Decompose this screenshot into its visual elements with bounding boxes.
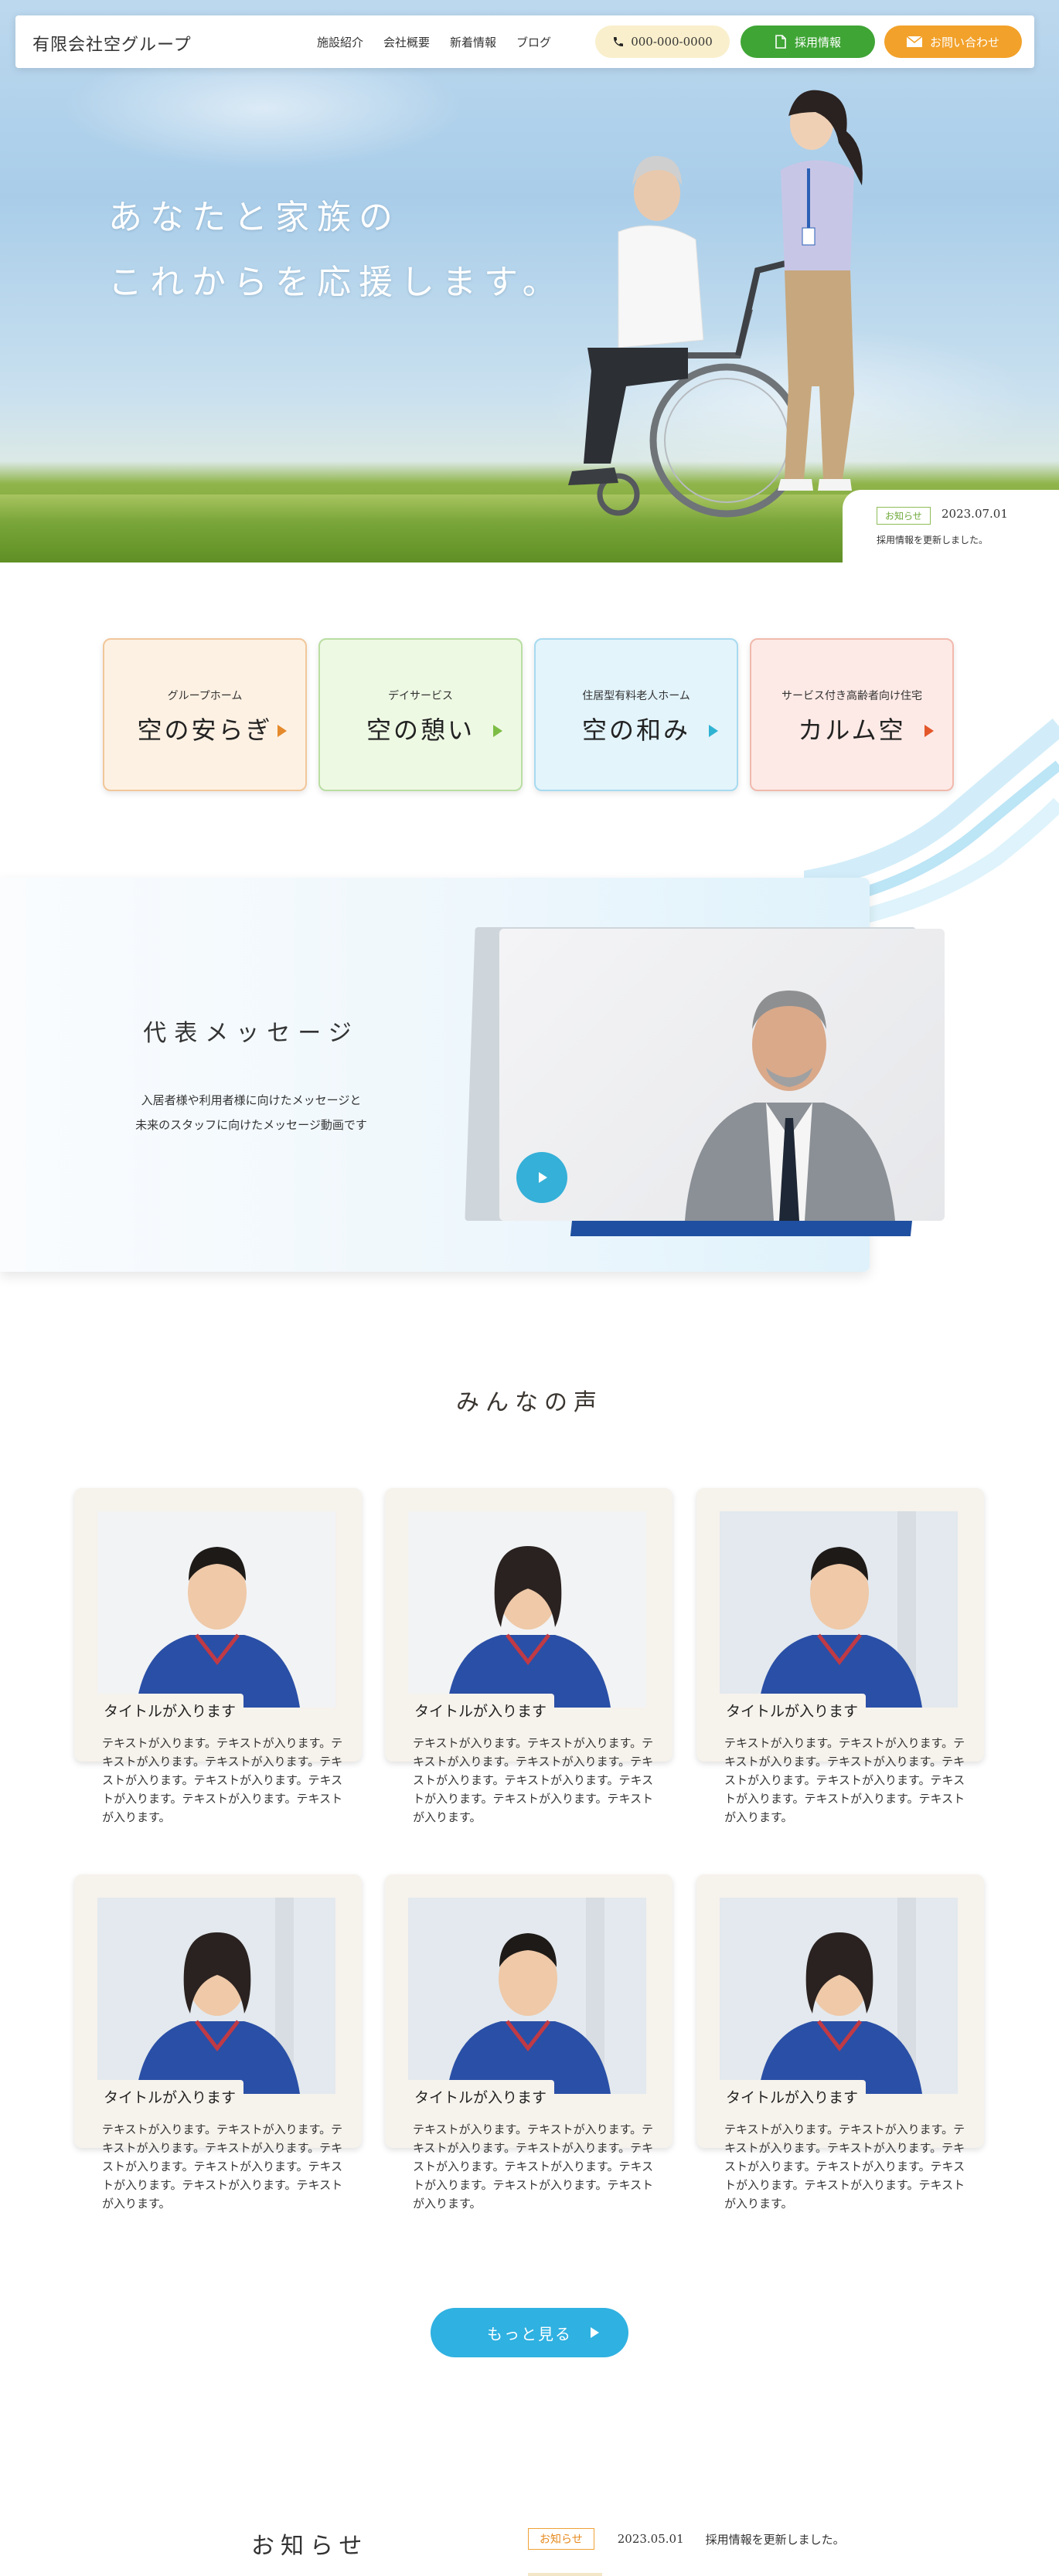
voice-card-text: テキストが入ります。テキストが入ります。テキストが入ります。テキストが入ります。… <box>724 1736 965 1824</box>
nav-item-news[interactable]: 新着情報 <box>450 34 496 50</box>
hero-catchcopy: あなたと家族の これからを応援します。 <box>108 185 564 315</box>
contact-button[interactable]: お問い合わせ <box>884 25 1022 58</box>
hero-copy-line2: これからを応援します。 <box>108 263 564 302</box>
voice-card-title: タイトルが入ります <box>97 2080 244 2110</box>
arrow-right-icon <box>709 725 718 737</box>
contact-label: お問い合わせ <box>929 35 999 49</box>
facility-name: 空の憩い <box>366 715 475 745</box>
staff-photo <box>408 1511 646 1708</box>
staff-photo <box>97 1898 335 2094</box>
voice-card-text: テキストが入ります。テキストが入ります。テキストが入ります。テキストが入ります。… <box>413 2122 654 2211</box>
message-text: 入居者様や利用者様に向けたメッセージと 未来のスタッフに向けたメッセージ動画です <box>0 1088 502 1137</box>
message-title: 代表メッセージ <box>143 1020 359 1047</box>
voice-card-title: タイトルが入ります <box>97 1694 244 1724</box>
global-nav: 施設紹介 会社概要 新着情報 ブログ <box>317 34 551 50</box>
voice-card[interactable]: タイトルが入りますテキストが入ります。テキストが入ります。テキストが入ります。テ… <box>74 1874 362 2211</box>
news-tag: お知らせ <box>877 507 931 525</box>
arrow-right-icon <box>591 2327 599 2338</box>
news-item[interactable]: お知らせ 2023.05.01 採用情報を更新しました。 <box>528 2528 845 2550</box>
recruit-button[interactable]: 採用情報 <box>741 25 875 58</box>
mail-icon <box>906 36 922 47</box>
voice-card[interactable]: タイトルが入りますテキストが入ります。テキストが入ります。テキストが入ります。テ… <box>696 1488 984 1824</box>
voice-card-text: テキストが入ります。テキストが入ります。テキストが入ります。テキストが入ります。… <box>102 2122 343 2211</box>
voice-card-text: テキストが入ります。テキストが入ります。テキストが入ります。テキストが入ります。… <box>413 1736 654 1824</box>
more-label: もっと見る <box>487 2324 572 2343</box>
tel-button[interactable]: 000-000-0000 <box>595 25 730 58</box>
voice-card[interactable]: タイトルが入りますテキストが入ります。テキストが入ります。テキストが入ります。テ… <box>385 1874 673 2211</box>
voice-card[interactable]: タイトルが入りますテキストが入ります。テキストが入ります。テキストが入ります。テ… <box>74 1488 362 1824</box>
facility-card-1[interactable]: グループホーム 空の安らぎ <box>103 638 307 791</box>
facility-card-3[interactable]: 住居型有料老人ホーム 空の和み <box>534 638 738 791</box>
nav-item-company[interactable]: 会社概要 <box>383 34 430 50</box>
site-logo[interactable]: 有限会社空グループ <box>32 31 192 56</box>
voice-card-text: テキストが入ります。テキストが入ります。テキストが入ります。テキストが入ります。… <box>724 2122 965 2211</box>
staff-photo <box>97 1511 335 1708</box>
tel-number: 000-000-0000 <box>631 35 713 49</box>
voice-card-title: タイトルが入ります <box>408 2080 555 2110</box>
recruit-label: 採用情報 <box>794 35 841 49</box>
news-section-title: お知らせ <box>251 2533 369 2560</box>
hero-news-box[interactable]: お知らせ 2023.07.01 採用情報を更新しました。 <box>843 490 1059 562</box>
nav-item-facilities[interactable]: 施設紹介 <box>317 34 363 50</box>
play-icon <box>539 1172 547 1183</box>
voice-card-title: タイトルが入ります <box>720 1694 867 1724</box>
staff-photo <box>408 1898 646 2094</box>
more-button[interactable]: もっと見る <box>431 2308 628 2357</box>
staff-photo <box>720 1511 958 1708</box>
facility-name: 空の安らぎ <box>137 715 273 745</box>
news-tag: お知らせ <box>528 2528 594 2550</box>
news-divider <box>528 2573 602 2576</box>
news-date: 2023.05.01 <box>617 2532 684 2546</box>
voice-card-title: タイトルが入ります <box>720 2080 867 2110</box>
message-line2: 未来のスタッフに向けたメッセージ動画です <box>135 1118 367 1132</box>
voices-title: みんなの声 <box>456 1389 603 1416</box>
arrow-right-icon <box>278 725 287 737</box>
voice-card-title: タイトルが入ります <box>408 1694 555 1724</box>
news-text[interactable]: 採用情報を更新しました。 <box>877 533 988 546</box>
document-icon <box>775 35 786 49</box>
play-button[interactable] <box>516 1152 567 1203</box>
phone-icon <box>614 37 624 46</box>
nav-item-blog[interactable]: ブログ <box>516 34 551 50</box>
staff-photo <box>720 1898 958 2094</box>
voice-card[interactable]: タイトルが入りますテキストが入ります。テキストが入ります。テキストが入ります。テ… <box>385 1488 673 1824</box>
voice-card-text: テキストが入ります。テキストが入ります。テキストが入ります。テキストが入ります。… <box>102 1736 343 1824</box>
facility-name: 空の和み <box>581 715 690 745</box>
hero-copy-line1: あなたと家族の <box>108 198 400 237</box>
voice-card[interactable]: タイトルが入りますテキストが入ります。テキストが入ります。テキストが入ります。テ… <box>696 1874 984 2211</box>
site-header: 有限会社空グループ 施設紹介 会社概要 新着情報 ブログ 000-000-000… <box>15 15 1034 68</box>
facility-category: グループホーム <box>167 690 243 702</box>
facility-category: デイサービス <box>388 690 453 702</box>
facility-card-2[interactable]: デイサービス 空の憩い <box>318 638 523 791</box>
facility-category: サービス付き高齢者向け住宅 <box>781 690 922 702</box>
news-date: 2023.07.01 <box>942 507 1008 521</box>
message-line1: 入居者様や利用者様に向けたメッセージと <box>141 1093 362 1107</box>
news-text[interactable]: 採用情報を更新しました。 <box>706 2531 845 2547</box>
facility-category: 住居型有料老人ホーム <box>582 690 690 702</box>
arrow-right-icon <box>493 725 502 737</box>
hero-section: あなたと家族の これからを応援します。 お知らせ 2023.07.01 採用情報… <box>0 0 1059 562</box>
